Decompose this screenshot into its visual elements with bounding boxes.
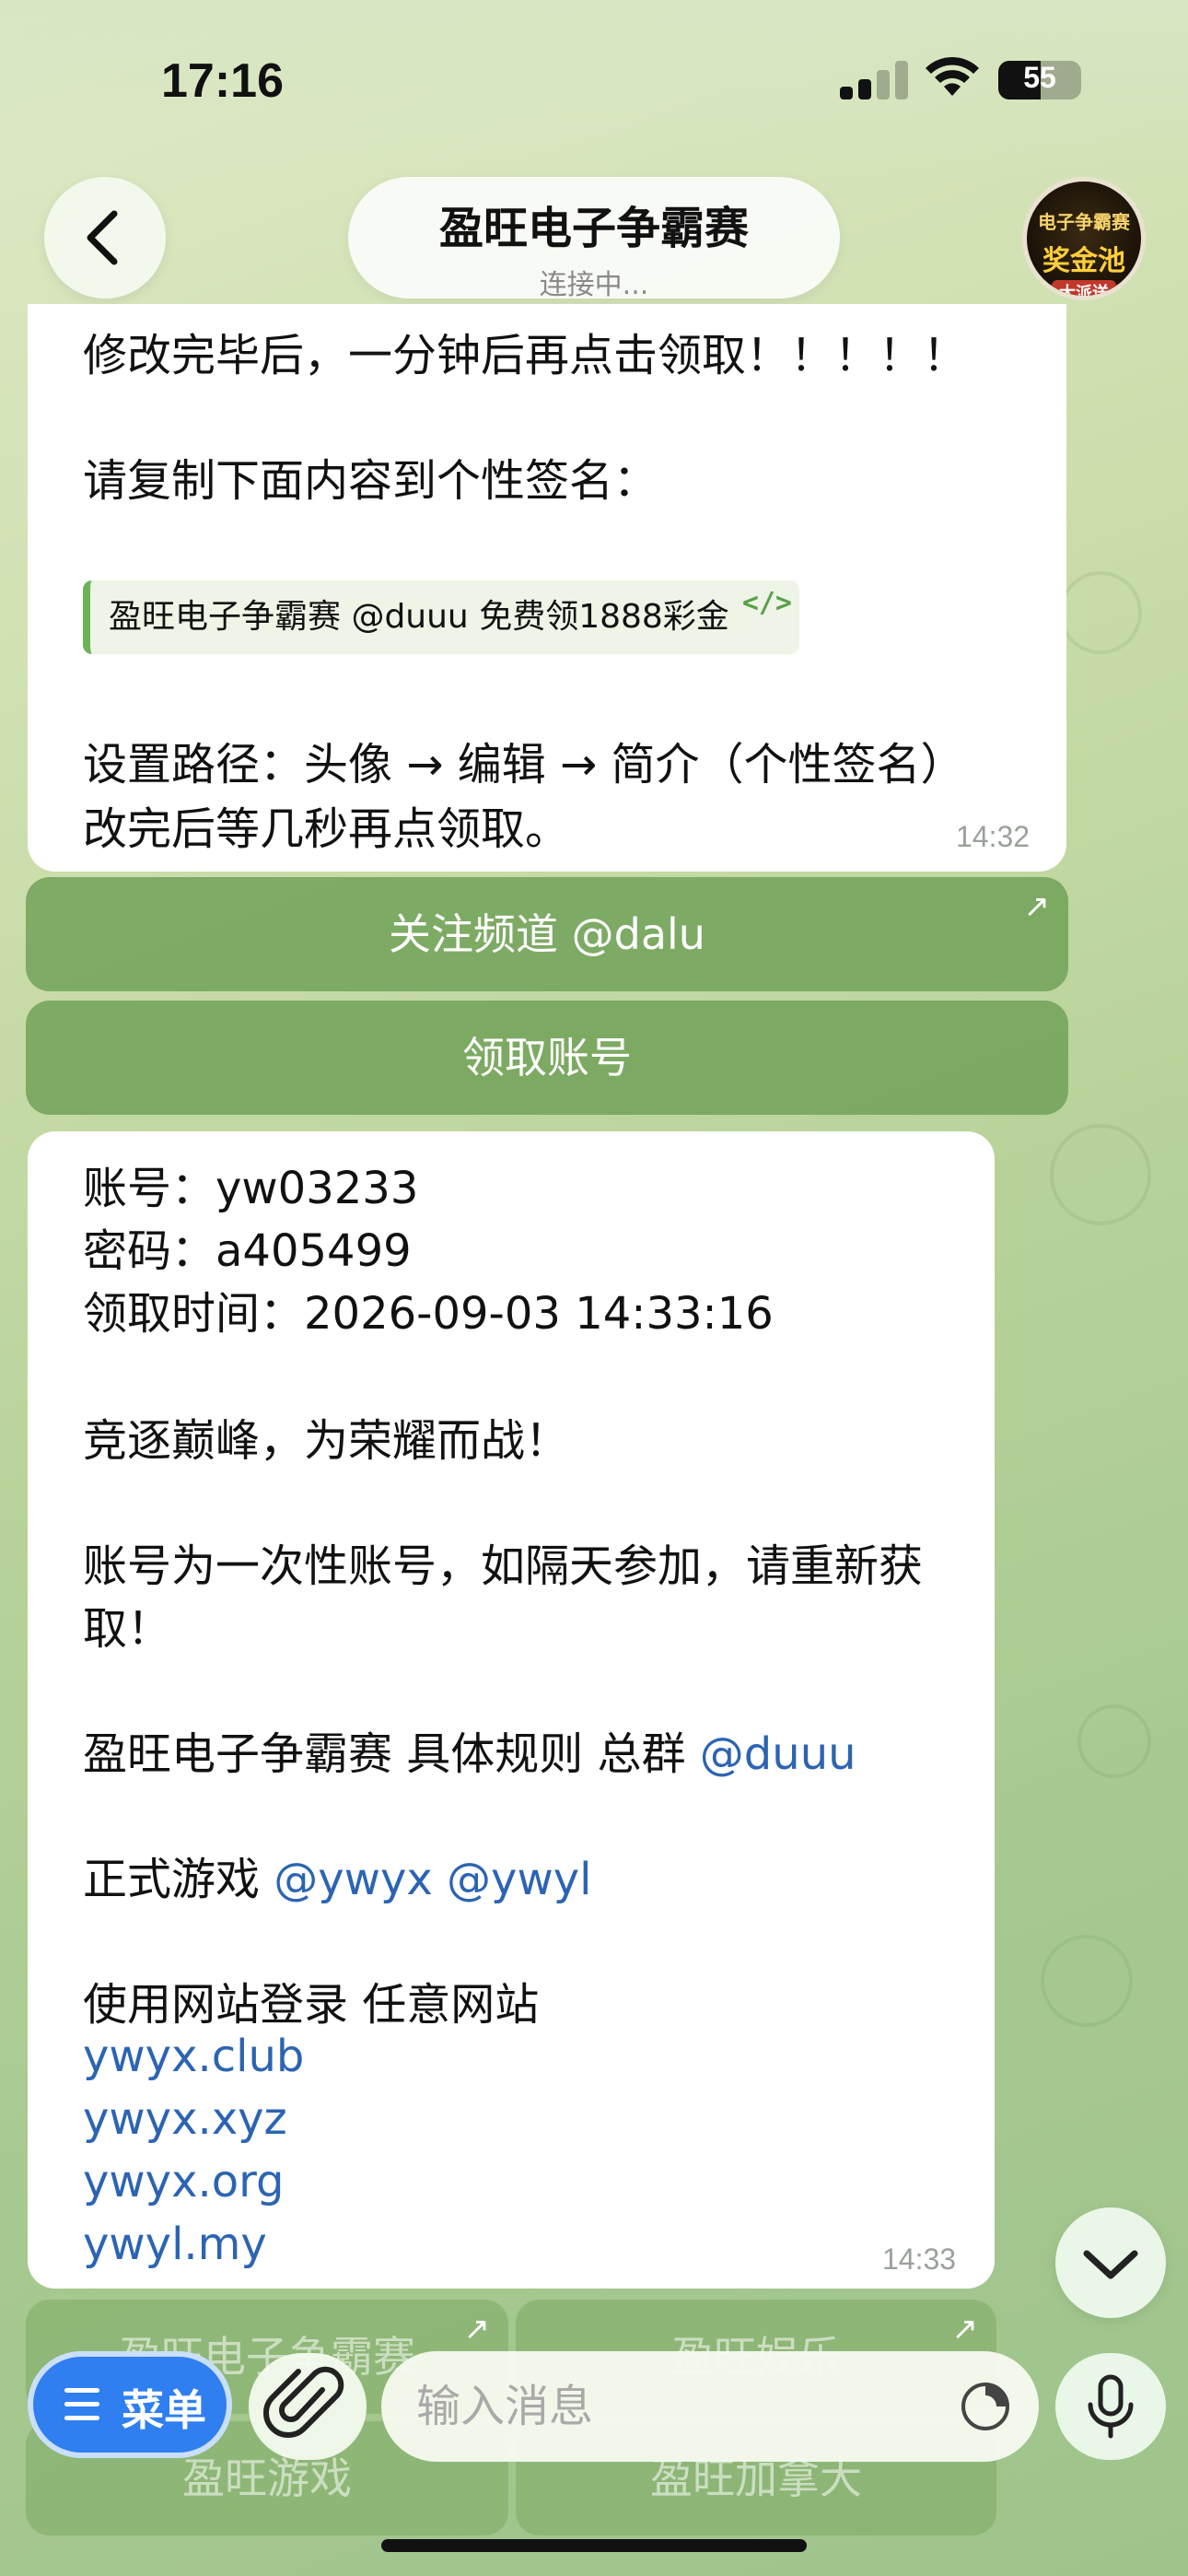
chat-avatar[interactable]: 电子争霸赛 奖金池 大派送 — [1022, 177, 1146, 300]
message-text: 使用网站登录 任意网站 — [83, 1979, 540, 2031]
sticker-icon[interactable] — [960, 2381, 1011, 2432]
site-link[interactable]: ywyx.xyz — [83, 2093, 287, 2145]
avatar-text: 电子争霸赛 — [1038, 211, 1130, 233]
games-line: 正式游戏 @ywyx @ywyl — [83, 1843, 591, 1907]
message-bubble: 修改完毕后，一分钟后再点击领取！！！！！ 请复制下面内容到个性签名： 盈旺电子争… — [28, 304, 1066, 872]
site-link[interactable]: ywyx.org — [83, 2156, 284, 2207]
chat-title[interactable]: 盈旺电子争霸赛 连接中... — [348, 177, 840, 301]
mention-link[interactable]: @duuu — [700, 1728, 856, 1780]
message-text: 正式游戏 — [83, 1854, 261, 1905]
site-link[interactable]: ywyl.my — [83, 2219, 267, 2270]
battery-icon: 55 — [998, 61, 1081, 100]
chevron-left-icon — [87, 210, 118, 265]
button-label: 关注频道 @dalu — [389, 909, 705, 959]
external-link-icon: ↗ — [463, 2311, 491, 2348]
follow-channel-button[interactable]: 关注频道 @dalu ↗ — [26, 877, 1068, 991]
avatar-text: 大派送 — [1052, 280, 1116, 296]
paperclip-icon — [262, 2366, 344, 2439]
code-icon: </> — [741, 587, 792, 619]
rules-line: 盈旺电子争霸赛 具体规则 总群 @duuu — [83, 1717, 856, 1782]
code-text: 盈旺电子争霸赛 @duuu 免费领1888彩金 — [109, 598, 729, 636]
cellular-signal-icon — [840, 59, 908, 100]
message-input-container — [381, 2351, 1039, 2462]
message-timestamp: 14:32 — [956, 820, 1031, 853]
menu-icon — [64, 2386, 99, 2423]
claim-time-text: 领取时间：2026-09-03 14:33:16 — [83, 1288, 774, 1340]
connection-status: 连接中... — [539, 269, 649, 301]
message-text: 竞逐巅峰，为荣耀而战！ — [83, 1415, 570, 1467]
password-text: 密码：a405499 — [83, 1225, 412, 1277]
external-link-icon: ↗ — [1023, 888, 1051, 925]
menu-label: 菜单 — [122, 2385, 206, 2435]
microphone-button[interactable] — [1055, 2353, 1166, 2460]
button-label: 盈旺游戏 — [182, 2453, 352, 2503]
message-text: 盈旺电子争霸赛 具体规则 总群 — [83, 1728, 686, 1780]
mention-link[interactable]: @ywyl — [447, 1854, 591, 1905]
background-doodle — [1050, 1124, 1151, 1225]
site-link[interactable]: ywyx.club — [83, 2031, 304, 2082]
scroll-down-button[interactable] — [1055, 2207, 1166, 2318]
claim-account-button[interactable]: 领取账号 — [26, 1001, 1068, 1115]
message-text: 修改完毕后，一分钟后再点击领取！！！！！ — [83, 330, 968, 381]
message-text: 账号为一次性账号，如隔天参加，请重新获 — [83, 1540, 924, 1592]
status-time: 17:16 — [161, 54, 284, 108]
message-text: 设置路径：头像 → 编辑 → 简介（个性签名） — [83, 739, 965, 790]
mention-link[interactable]: @ywyx — [274, 1854, 432, 1905]
microphone-icon — [1088, 2374, 1134, 2439]
background-doodle — [1059, 571, 1142, 654]
battery-level: 55 — [1023, 61, 1056, 94]
wifi-icon — [926, 56, 979, 96]
message-timestamp: 14:33 — [882, 2242, 957, 2276]
avatar-text: 奖金池 — [1042, 245, 1125, 277]
attach-button[interactable] — [249, 2353, 367, 2460]
external-link-icon: ↗ — [951, 2311, 979, 2348]
home-indicator — [381, 2539, 807, 2552]
background-doodle — [1077, 1704, 1151, 1778]
account-text: 账号：yw03233 — [83, 1163, 419, 1214]
message-text: 请复制下面内容到个性签名： — [83, 455, 658, 507]
bot-menu-button[interactable]: 菜单 — [28, 2351, 232, 2458]
button-label: 领取账号 — [462, 1033, 632, 1083]
code-block[interactable]: 盈旺电子争霸赛 @duuu 免费领1888彩金 </> — [83, 580, 799, 654]
message-bubble: 账号：yw03233 密码：a405499 领取时间：2026-09-03 14… — [28, 1131, 995, 2289]
back-button[interactable] — [44, 177, 166, 299]
chevron-down-icon — [1083, 2250, 1138, 2279]
message-text: 取！ — [83, 1603, 172, 1655]
message-input[interactable] — [416, 2351, 932, 2462]
background-doodle — [1041, 1935, 1133, 2027]
chat-name: 盈旺电子争霸赛 — [438, 203, 749, 254]
message-text: 改完后等几秒再点领取。 — [83, 803, 570, 855]
